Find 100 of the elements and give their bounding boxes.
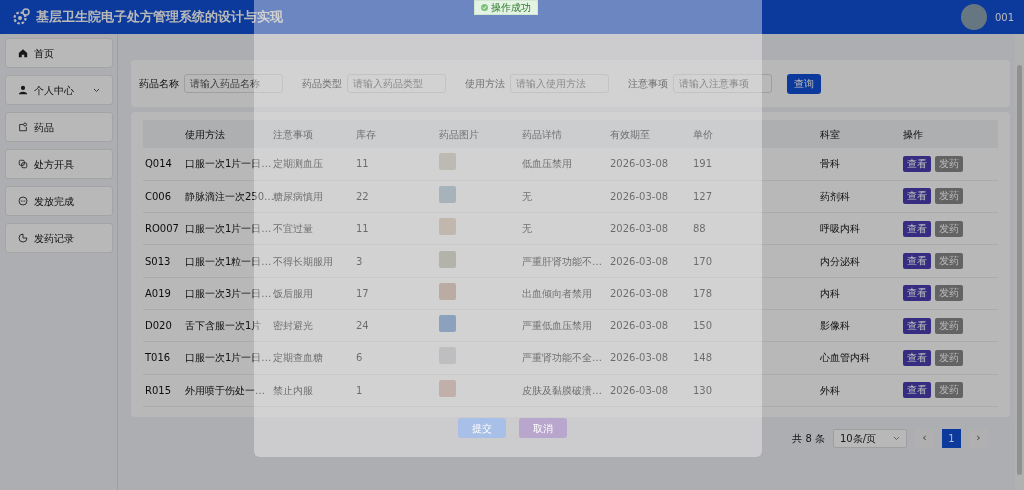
table-cell: 11 [356, 223, 369, 235]
table-cell: 无 [522, 223, 532, 235]
view-button[interactable]: 查看 [903, 155, 931, 172]
table-cell: 外科 [820, 384, 840, 396]
sidebar-item[interactable]: 发放完成 [5, 186, 113, 216]
scrollbar[interactable] [1015, 34, 1024, 490]
table-cell: 心血管内科 [820, 352, 870, 364]
sidebar-item[interactable]: 发药记录 [5, 223, 113, 253]
avatar[interactable] [960, 4, 987, 30]
column-header: 药品详情 [522, 128, 562, 140]
table-cell: 口服一次1片一日… [185, 352, 272, 364]
table-cell: 11 [356, 158, 369, 170]
column-header: 单价 [693, 128, 713, 140]
sidebar-item[interactable]: 首页 [5, 38, 113, 68]
table-cell: RO007 [145, 223, 179, 235]
view-button[interactable]: 查看 [903, 349, 931, 366]
table-cell: 严重肾功能不全… [522, 352, 602, 364]
dispense-button[interactable]: 发药 [935, 188, 963, 205]
dispense-button[interactable]: 发药 [935, 155, 963, 172]
chevron-icon [893, 436, 900, 441]
sidebar-label: 个人中心 [34, 83, 75, 98]
table-cell: 饭后服用 [273, 287, 313, 299]
table-cell: 内科 [820, 287, 840, 299]
input-field[interactable]: 请输入注意事项 [673, 74, 772, 93]
input-field[interactable]: 请输入使用方法 [510, 74, 609, 93]
filter-label: 使用方法 [465, 77, 505, 91]
table-cell: 2026-03-08 [610, 223, 669, 235]
column-header: 科室 [820, 128, 840, 140]
table-cell: 影像科 [820, 320, 850, 332]
page-button[interactable]: 1 [942, 429, 961, 448]
table-cell: 口服一次3片一日… [185, 287, 272, 299]
view-button[interactable]: 查看 [903, 188, 931, 205]
table-cell: 呼吸内科 [820, 223, 860, 235]
search-button[interactable]: 查询 [787, 73, 821, 94]
photo-placeholder [439, 379, 456, 397]
column-header: 使用方法 [185, 128, 225, 140]
table-cell: 舌下含服一次1片 [185, 320, 262, 332]
page-size-select[interactable]: 10条/页 [833, 429, 907, 448]
view-button[interactable]: 查看 [903, 317, 931, 334]
table-cell: 148 [693, 352, 713, 364]
table-cell: 88 [693, 223, 706, 235]
table-cell: 127 [693, 190, 713, 202]
table-cell: 130 [693, 384, 713, 396]
dispense-button[interactable]: 发药 [935, 317, 963, 334]
photo-placeholder [439, 185, 456, 203]
user-icon [18, 85, 28, 95]
table-cell: 药剂科 [820, 190, 850, 202]
table-cell: 出血倾向者禁用 [522, 287, 592, 299]
filter-label: 药品名称 [139, 77, 179, 91]
table-cell: 191 [693, 158, 713, 170]
column-header: 药品图片 [439, 128, 479, 140]
table-cell: 6 [356, 352, 363, 364]
sidebar-label: 首页 [34, 46, 55, 61]
table-cell: 糖尿病慎用 [273, 190, 323, 202]
photo-placeholder [439, 250, 456, 268]
pie-chart-icon [18, 233, 28, 243]
table-cell: 密封避光 [273, 320, 313, 332]
toast-text: 操作成功 [491, 1, 531, 15]
table-cell: 定期测血压 [273, 158, 323, 170]
table-cell: 3 [356, 255, 363, 267]
total-count: 共 8 条 [792, 432, 825, 446]
photo-placeholder [439, 315, 456, 333]
check-icon [481, 4, 488, 11]
table-cell: 170 [693, 255, 713, 267]
table-cell: S013 [145, 255, 171, 267]
table-cell: 严重低血压禁用 [522, 320, 592, 332]
table-cell: 骨科 [820, 158, 840, 170]
table-cell: 2026-03-08 [610, 158, 669, 170]
dispense-button[interactable]: 发药 [935, 349, 963, 366]
page-size-value: 10条/页 [840, 432, 877, 446]
dispense-button[interactable]: 发药 [935, 285, 963, 302]
table-cell: 口服一次1片一日… [185, 223, 272, 235]
table-cell: A019 [145, 287, 171, 299]
chat-icon [18, 196, 28, 206]
input-field[interactable]: 请输入药品类型 [347, 74, 446, 93]
sidebar-label: 药品 [34, 120, 55, 135]
view-button[interactable]: 查看 [903, 285, 931, 302]
table-cell: 禁止内服 [273, 384, 313, 396]
table-cell: 2026-03-08 [610, 255, 669, 267]
dispense-button[interactable]: 发药 [935, 382, 963, 399]
view-button[interactable]: 查看 [903, 382, 931, 399]
table-cell: 口服一次1片一日… [185, 158, 272, 170]
view-button[interactable]: 查看 [903, 220, 931, 237]
sidebar-item[interactable]: 处方开具 [5, 149, 113, 179]
input-field[interactable]: 请输入药品名称 [184, 74, 283, 93]
filter-label: 注意事项 [628, 77, 668, 91]
table-cell: 2026-03-08 [610, 190, 669, 202]
photo-placeholder [439, 282, 456, 300]
column-header: 注意事项 [273, 128, 313, 140]
table-cell: Q014 [145, 158, 172, 170]
table-cell: 口服一次1粒一日… [185, 255, 272, 267]
view-button[interactable]: 查看 [903, 253, 931, 270]
sidebar-label: 处方开具 [34, 157, 75, 172]
sidebar-item[interactable]: 个人中心 [5, 75, 113, 105]
copy-icon [18, 159, 28, 169]
dispense-button[interactable]: 发药 [935, 220, 963, 237]
dispense-button[interactable]: 发药 [935, 253, 963, 270]
sidebar-item[interactable]: 药品 [5, 112, 113, 142]
photo-placeholder [439, 153, 456, 171]
filter-label: 药品类型 [302, 77, 342, 91]
